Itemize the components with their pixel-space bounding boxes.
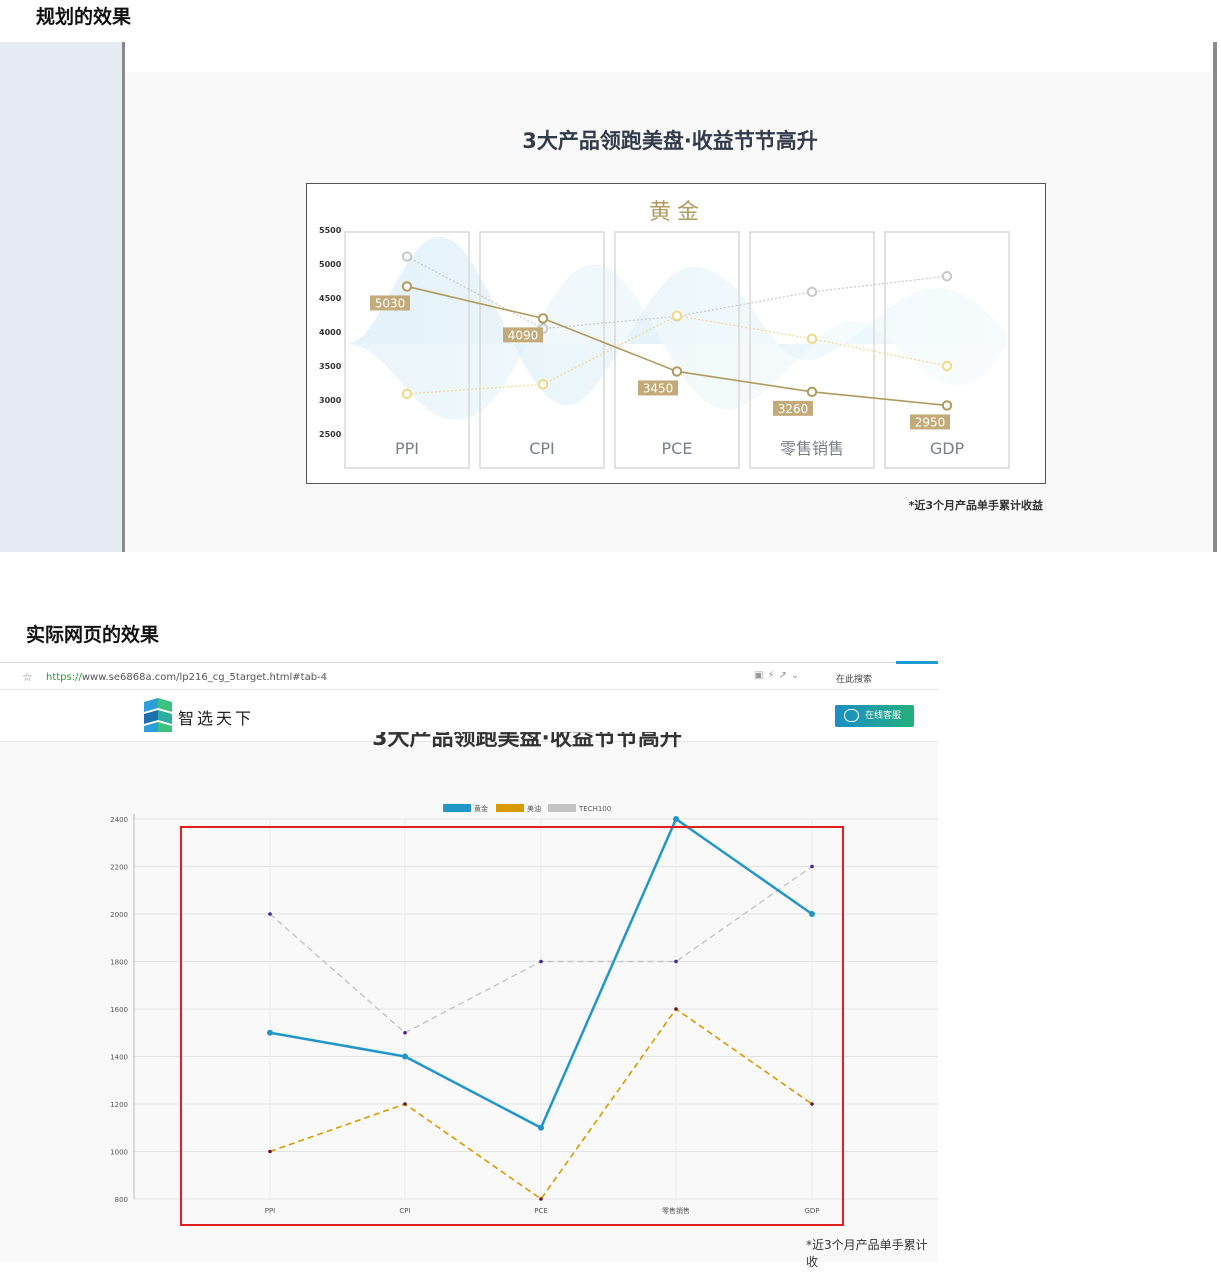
actual-section-title: 实际网页的效果 — [26, 624, 160, 646]
y-tick-label: 2500 — [319, 430, 342, 439]
online-service-label: 在线客服 — [865, 711, 902, 721]
data-point — [268, 912, 272, 916]
data-point — [267, 1029, 273, 1036]
y-tick-label: 1800 — [110, 959, 128, 967]
data-point — [539, 959, 543, 964]
data-point — [806, 333, 818, 345]
y-tick-label: 1000 — [110, 1149, 128, 1157]
data-point — [403, 1102, 407, 1106]
actual-chart: 2400 2200 2000 1800 1600 1400 1200 1000 800 PPI CP… — [110, 804, 938, 1226]
data-point — [674, 1007, 678, 1011]
chat-bubble-icon — [844, 709, 859, 722]
mockup-note: *近3个月产品单手累计收益 — [908, 499, 1043, 512]
design-section-title: 规划的效果 — [36, 6, 132, 28]
y-tick-label: 2000 — [110, 911, 128, 919]
data-point — [537, 379, 549, 390]
data-point — [806, 286, 818, 298]
y-tick-label: 1200 — [110, 1101, 128, 1109]
x-tick-label: PCE — [534, 1207, 548, 1215]
data-point — [941, 271, 953, 282]
data-point — [810, 864, 814, 869]
y-tick-label: 3000 — [319, 396, 342, 405]
x-tick-label: 零售销售 — [780, 439, 844, 458]
data-point — [810, 1102, 814, 1106]
y-tick-label: 1600 — [110, 1006, 128, 1014]
actual-note: *近3个月产品单手累计收 — [806, 1238, 928, 1269]
data-point — [401, 388, 413, 400]
y-tick-label: 5500 — [319, 226, 342, 235]
legend-label: 美油 — [527, 804, 541, 813]
browser-screenshot: ☆ https://www.se6868a.com/lp216_cg_5targ… — [0, 661, 938, 1269]
data-point — [401, 251, 413, 262]
mockup-chart-title: 黄金 — [649, 200, 705, 225]
data-point — [537, 313, 549, 324]
y-tick-label: 800 — [115, 1196, 128, 1204]
data-label: 4090 — [508, 328, 539, 342]
data-point — [401, 281, 413, 292]
x-tick-label: PPI — [265, 1207, 276, 1215]
data-label: 3450 — [643, 381, 674, 395]
legend-swatch — [496, 804, 524, 812]
data-point — [941, 360, 953, 372]
y-tick-label: 2400 — [110, 816, 128, 824]
url-text[interactable]: https://www.se6868a.com/lp216_cg_5target… — [46, 672, 327, 683]
data-point — [673, 816, 679, 822]
x-tick-label: CPI — [399, 1207, 410, 1215]
data-point — [806, 386, 818, 398]
page-heading-cut: 3大产品领跑美盘·收益节节高升 — [372, 732, 682, 751]
x-tick-label: GDP — [930, 439, 965, 458]
y-tick-label: 1400 — [110, 1054, 128, 1062]
x-tick-label: PCE — [662, 439, 693, 458]
bookmark-star-icon[interactable]: ☆ — [22, 670, 33, 684]
data-point — [671, 366, 683, 377]
browser-search-label[interactable]: 在此搜索 — [836, 672, 872, 685]
data-label: 5030 — [375, 296, 406, 310]
data-point — [671, 310, 683, 321]
address-bar[interactable]: ☆ https://www.se6868a.com/lp216_cg_5targ… — [0, 661, 938, 690]
mockup-top-strip — [125, 42, 1215, 72]
x-tick-label: PPI — [395, 439, 419, 458]
legend-label: TECH100 — [578, 805, 611, 813]
data-point — [941, 400, 953, 411]
data-point — [268, 1149, 272, 1154]
mockup-right-edge — [1213, 42, 1217, 552]
mockup-sidebar — [0, 42, 122, 552]
x-tick-label: 零售销售 — [662, 1206, 690, 1215]
data-point — [539, 1197, 543, 1201]
online-service-button[interactable]: 在线客服 — [835, 705, 914, 727]
data-label: 3260 — [778, 402, 809, 416]
y-tick-label: 2200 — [110, 864, 128, 872]
active-tab-indicator — [896, 661, 938, 664]
mockup-chart: PPI CPI PCE 零售销售 GDP 5500 5000 4500 4000 3500 300… — [319, 200, 1010, 469]
mockup-heading: 3大产品领跑美盘·收益节节高升 — [522, 129, 818, 153]
logo-icon[interactable] — [142, 698, 174, 732]
mockup-chart-frame: PPI CPI PCE 零售销售 GDP 5500 5000 4500 4000 3500 300… — [306, 183, 1046, 484]
x-tick-label: GDP — [804, 1207, 819, 1215]
data-point — [402, 1053, 408, 1060]
highlight-box — [180, 826, 844, 1226]
y-tick-label: 3500 — [319, 362, 342, 371]
data-label: 2950 — [915, 415, 946, 429]
data-point — [538, 1124, 544, 1131]
data-point — [674, 959, 678, 964]
y-tick-label: 5000 — [319, 260, 342, 269]
data-point — [809, 911, 815, 917]
browser-tools-icon[interactable]: ▣⚡↗⌄ — [754, 670, 803, 681]
x-tick-label: CPI — [529, 439, 555, 458]
data-point — [403, 1030, 407, 1035]
legend-swatch — [548, 804, 576, 812]
y-tick-label: 4500 — [319, 294, 342, 303]
logo-text[interactable]: 智选天下 — [178, 705, 254, 729]
y-tick-label: 4000 — [319, 328, 342, 337]
legend-label: 黄金 — [474, 804, 488, 813]
legend-swatch — [443, 804, 471, 812]
mockup-page: 3大产品领跑美盘·收益节节高升 PPI CPI PCE 零售销售 GDP 5500 500… — [122, 42, 1215, 552]
